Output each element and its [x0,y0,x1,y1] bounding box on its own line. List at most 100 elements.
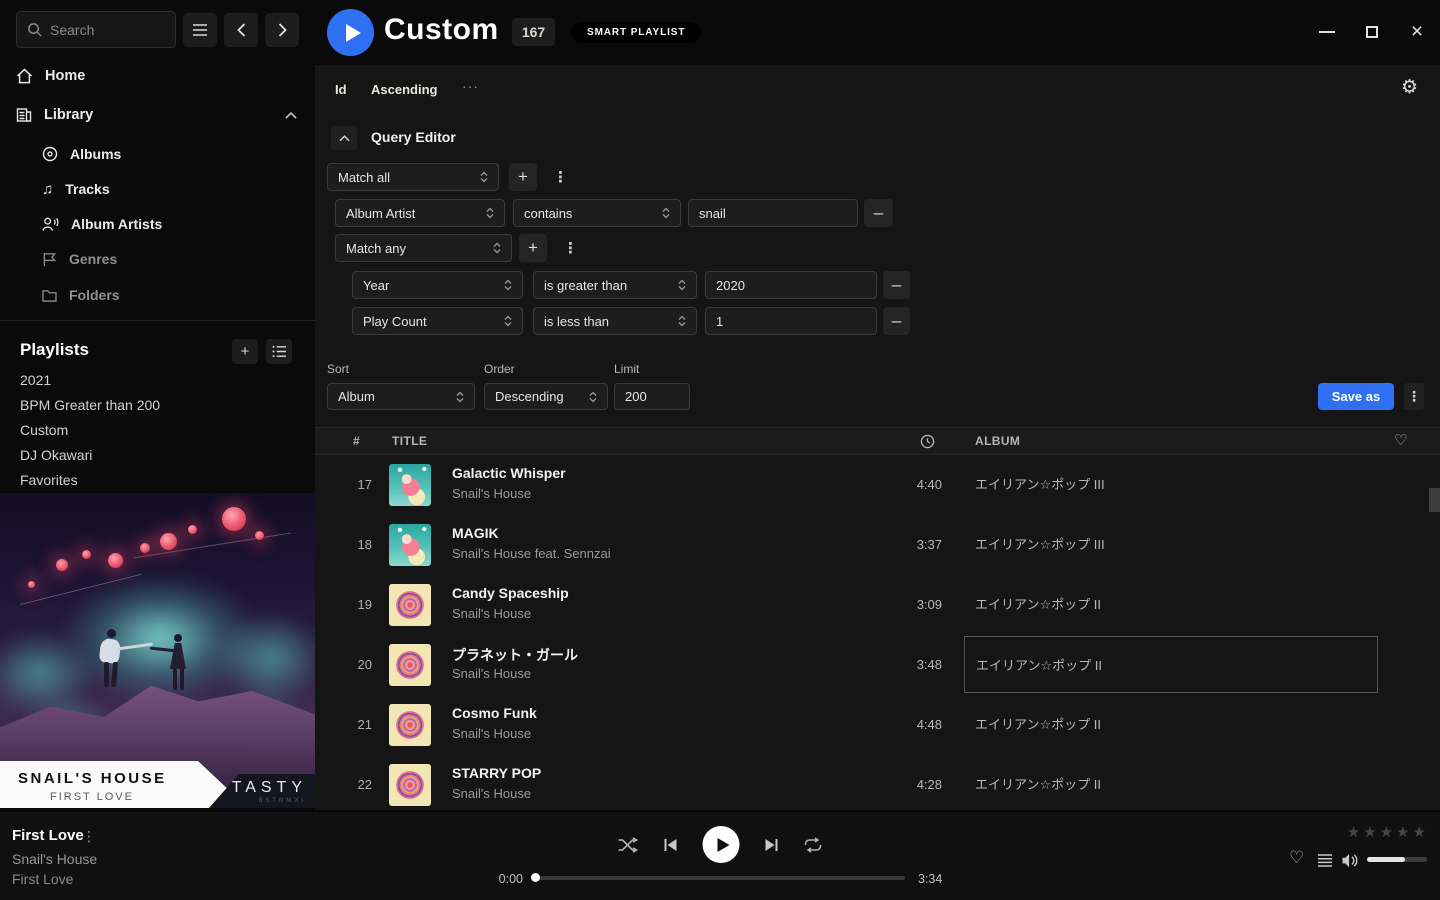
queue-icon[interactable] [1317,854,1333,867]
rule1-field-select[interactable]: Album Artist [335,199,505,227]
art-lantern [222,507,246,531]
star-icon[interactable]: ★ [1363,823,1376,841]
column-header-index[interactable]: # [353,428,360,454]
search-input[interactable] [50,22,160,38]
track-duration: 4:48 [857,695,942,755]
track-row[interactable]: 17 Galactic Whisper Snail's House 4:40 エ… [315,455,1440,515]
sidebar-item-home[interactable]: Home [16,66,85,86]
focused-album-cell[interactable]: エイリアン☆ポップ II [964,636,1378,693]
playlist-item[interactable]: Favorites [20,472,78,490]
sidebar-item-tracks[interactable]: ♫ Tracks [42,179,110,199]
music-note-icon: ♫ [42,181,53,198]
save-kebab-icon[interactable]: ⋮ [1404,383,1424,410]
now-playing-album[interactable]: First Love [12,871,73,887]
now-playing-kebab-icon[interactable]: ⋮ [82,828,96,845]
volume-icon[interactable] [1341,853,1359,868]
rule3-field-select[interactable]: Play Count [352,307,523,335]
now-playing-album-art[interactable]: SNAIL'S HOUSE FIRST LOVE TASTY BSTNMXI [0,493,315,808]
scrollbar-thumb[interactable] [1429,488,1440,512]
playlist-item[interactable]: 2021 [20,372,51,390]
group2-kebab-icon[interactable]: ⋮ [563,239,578,257]
remove-rule1-button[interactable]: – [864,199,893,227]
column-header-album[interactable]: ALBUM [975,428,1020,454]
limit-input[interactable] [614,383,690,410]
track-album[interactable]: エイリアン☆ポップ II [975,755,1101,810]
gear-icon[interactable]: ⚙ [1401,76,1418,99]
star-icon[interactable]: ★ [1347,823,1360,841]
art-lantern [56,559,68,571]
minimize-button[interactable] [1318,23,1336,41]
nav-forward-button[interactable] [265,13,299,47]
track-row[interactable]: 18 MAGIK Snail's House feat. Sennzai 3:3… [315,515,1440,575]
track-row[interactable]: 21 Cosmo Funk Snail's House 4:48 エイリアン☆ポ… [315,695,1440,755]
sidebar-item-label: Genres [69,251,117,267]
close-button[interactable]: × [1408,23,1426,41]
select-value: contains [524,206,572,221]
column-header-title[interactable]: TITLE [392,428,427,454]
star-icon[interactable]: ★ [1413,823,1426,841]
track-album[interactable]: エイリアン☆ポップ II [975,575,1101,635]
now-playing-artist[interactable]: Snail's House [12,851,97,867]
shuffle-icon[interactable] [618,837,639,853]
sidebar-item-album-artists[interactable]: Album Artists [42,214,162,234]
play-icon [717,838,729,852]
nav-back-button[interactable] [224,13,258,47]
maximize-button[interactable] [1363,23,1381,41]
playlist-item[interactable]: DJ Okawari [20,447,92,465]
rule1-operator-select[interactable]: contains [513,199,681,227]
sort-field-button[interactable]: Id [335,82,347,97]
select-value: Album [338,389,375,404]
remove-rule2-button[interactable]: – [883,271,910,299]
rule2-operator-select[interactable]: is greater than [533,271,697,299]
rule2-value-input[interactable] [705,271,877,299]
flag-icon [42,252,57,267]
sidebar-item-genres[interactable]: Genres [42,249,117,269]
sidebar-item-folders[interactable]: Folders [42,285,120,305]
match-select-group1[interactable]: Match all [327,163,499,191]
track-row[interactable]: 22 STARRY POP Snail's House 4:28 エイリアン☆ポ… [315,755,1440,810]
playlist-item[interactable]: BPM Greater than 200 [20,397,160,415]
heart-icon[interactable]: ♡ [1394,428,1408,454]
search-box[interactable] [16,11,176,48]
group1-kebab-icon[interactable]: ⋮ [553,168,568,186]
track-album[interactable]: エイリアン☆ポップ III [975,455,1105,515]
minimize-icon [1319,31,1335,33]
track-row[interactable]: 19 Candy Spaceship Snail's House 3:09 エイ… [315,575,1440,635]
star-icon[interactable]: ★ [1380,823,1393,841]
seek-bar[interactable] [535,876,905,880]
match-select-group2[interactable]: Match any [335,234,512,262]
repeat-icon[interactable] [804,837,823,853]
remove-rule3-button[interactable]: – [883,307,910,335]
track-album[interactable]: エイリアン☆ポップ II [975,695,1101,755]
sidebar-item-library[interactable]: Library [16,105,299,125]
add-playlist-button[interactable]: + [232,339,258,364]
play-button[interactable] [703,826,740,863]
add-rule-button-group1[interactable]: + [509,163,537,191]
play-playlist-button[interactable] [327,9,374,56]
order-select[interactable]: Descending [484,383,608,410]
rule2-field-select[interactable]: Year [352,271,523,299]
playlist-item[interactable]: Custom [20,422,68,440]
chevron-up-icon[interactable] [285,112,297,119]
playlist-list-button[interactable] [266,339,292,364]
menu-button[interactable] [183,13,217,47]
rule3-operator-select[interactable]: is less than [533,307,697,335]
save-as-button[interactable]: Save as [1318,383,1394,410]
add-rule-button-group2[interactable]: + [519,234,547,262]
sort-direction-button[interactable]: Ascending [371,82,437,97]
sort-select[interactable]: Album [327,383,475,410]
track-row[interactable]: 20 プラネット・ガール Snail's House 3:48 エイリアン☆ポッ… [315,635,1440,695]
track-album[interactable]: エイリアン☆ポップ III [975,515,1105,575]
previous-track-icon[interactable] [664,838,678,852]
query-editor-collapse-button[interactable] [331,126,357,150]
rule1-value-input[interactable] [688,199,858,227]
select-value: Play Count [363,314,427,329]
next-track-icon[interactable] [765,838,779,852]
favorite-heart-icon[interactable]: ♡ [1289,848,1304,868]
sidebar-item-albums[interactable]: Albums [42,144,121,164]
star-icon[interactable]: ★ [1396,823,1409,841]
seek-handle[interactable] [531,873,540,882]
more-options-button[interactable]: ··· [462,78,479,94]
volume-slider[interactable] [1367,857,1427,862]
rule3-value-input[interactable] [705,307,877,335]
